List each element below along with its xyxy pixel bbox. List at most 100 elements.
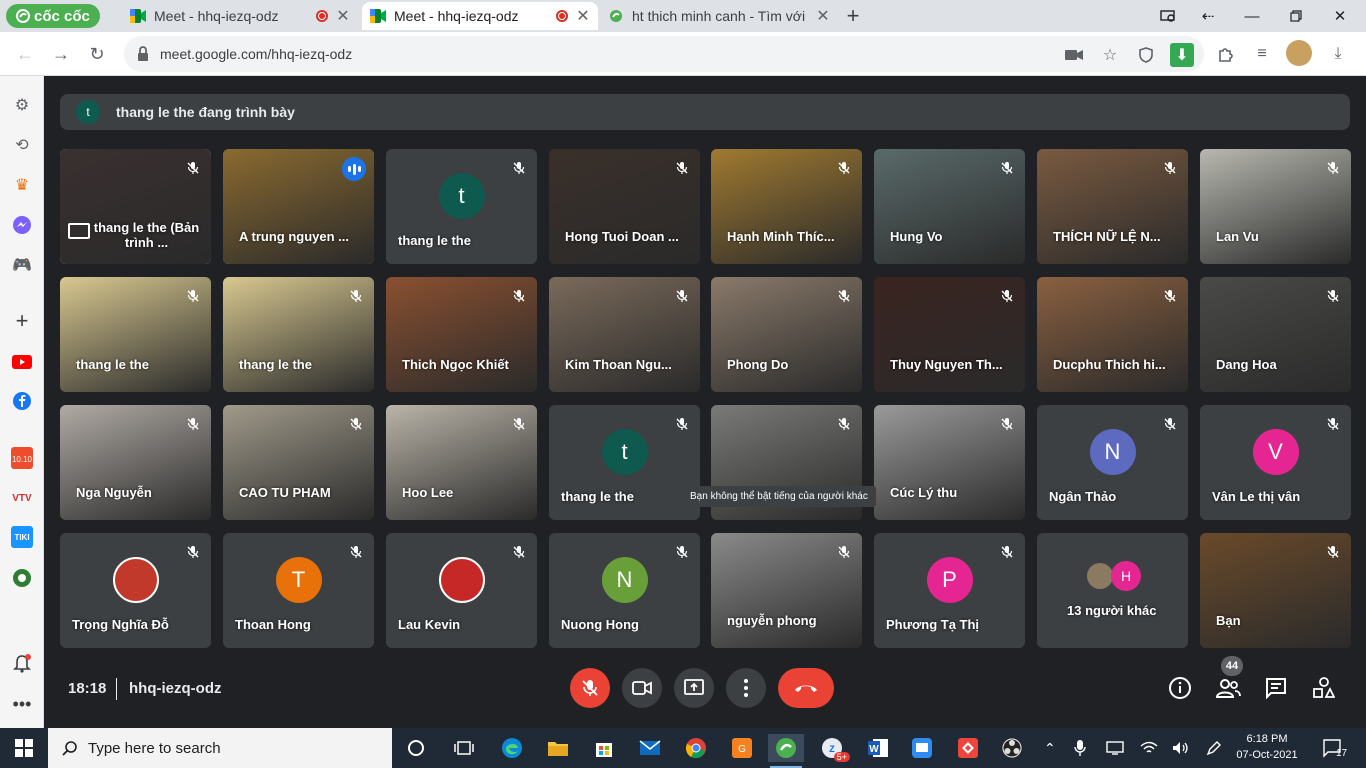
wifi-icon[interactable] [1140, 728, 1158, 768]
vtv-icon[interactable]: VTV [10, 486, 34, 510]
participant-tile[interactable]: t thang le the [386, 149, 537, 264]
participant-tile[interactable]: Bạn [1200, 533, 1351, 648]
minimize-button[interactable]: — [1230, 0, 1274, 32]
participant-tile[interactable]: Trọng Nghĩa Đỗ [60, 533, 211, 648]
chrome-icon[interactable] [682, 734, 710, 762]
history-icon[interactable]: ⟲ [10, 133, 34, 157]
anydesk-icon[interactable] [954, 734, 982, 762]
chat-button[interactable] [1262, 674, 1290, 702]
meeting-details-button[interactable] [1166, 674, 1194, 702]
gamepad-icon[interactable]: 🎮 [10, 253, 34, 277]
participant-tile[interactable]: THÍCH NỮ LỆ N... [1037, 149, 1188, 264]
file-explorer-icon[interactable] [544, 734, 572, 762]
obs-icon[interactable] [998, 734, 1026, 762]
tray-monitor-icon[interactable] [1106, 728, 1124, 768]
task-view-icon[interactable] [450, 734, 478, 762]
participant-tile[interactable]: Dang Hoa [1200, 277, 1351, 392]
participant-tile[interactable]: Hoo Lee [386, 405, 537, 520]
notification-bell-icon[interactable] [10, 652, 34, 676]
address-bar[interactable]: meet.google.com/hhq-iezq-odz ☆ ⬇ [124, 36, 1204, 72]
tab-meet-2[interactable]: Meet - hhq-iezq-odz ✕ [362, 2, 598, 30]
reload-button[interactable]: ↻ [82, 39, 112, 69]
participant-tile[interactable]: Lan Vu [1200, 149, 1351, 264]
more-options-button[interactable] [726, 668, 766, 708]
coccoc-menu-button[interactable]: cốc cốc [6, 4, 100, 28]
camera-icon[interactable] [1062, 43, 1086, 67]
shopee-icon[interactable]: 10.10 [10, 446, 34, 470]
participant-tile[interactable]: Thich Ngọc Khiết [386, 277, 537, 392]
store-icon[interactable] [590, 734, 618, 762]
volume-icon[interactable] [1172, 728, 1190, 768]
participant-tile[interactable]: Ducphu Thich hi... [1037, 277, 1188, 392]
bookmark-star-icon[interactable]: ☆ [1098, 43, 1122, 67]
pen-icon[interactable] [1206, 728, 1222, 768]
mic-off-button[interactable] [570, 668, 610, 708]
participant-tile[interactable]: nguyễn phong [711, 533, 862, 648]
settings-gear-icon[interactable]: ⚙ [10, 93, 34, 117]
leave-call-button[interactable] [778, 668, 834, 708]
word-icon[interactable]: W [864, 734, 892, 762]
participant-tile[interactable]: thang le the [60, 277, 211, 392]
close-window-button[interactable]: ✕ [1318, 0, 1362, 32]
zalo-icon[interactable]: Z 5+ [818, 734, 850, 762]
messenger-icon[interactable] [10, 213, 34, 237]
participant-tile[interactable]: N Ngân Thảo [1037, 405, 1188, 520]
participant-tile[interactable]: thang le the [223, 277, 374, 392]
cortana-icon[interactable] [402, 734, 430, 762]
tiki-icon[interactable]: TIKI [10, 525, 34, 549]
participant-tile[interactable]: Phong Do [711, 277, 862, 392]
profile-avatar[interactable] [1286, 40, 1312, 66]
action-center-icon[interactable]: 17 [1322, 728, 1347, 768]
download-green-icon[interactable]: ⬇ [1170, 43, 1194, 67]
participant-tile[interactable]: N Nuong Hong [549, 533, 700, 648]
mail-icon[interactable] [636, 734, 664, 762]
participant-tile[interactable]: H 13 người khác [1037, 533, 1188, 648]
crown-icon[interactable]: ♛ [10, 173, 34, 197]
tab-meet-1[interactable]: Meet - hhq-iezq-odz ✕ [122, 2, 358, 30]
shield-icon[interactable] [1134, 43, 1158, 67]
participant-tile[interactable]: V Vân Le thị vân [1200, 405, 1351, 520]
downloads-icon[interactable]: ⤓ [1326, 42, 1350, 66]
back-button[interactable]: ← [10, 39, 40, 69]
participant-tile[interactable]: CAO TU PHAM [223, 405, 374, 520]
participant-tile[interactable]: T Thoan Hong [223, 533, 374, 648]
camera-off-button[interactable] [622, 668, 662, 708]
taskbar-search-box[interactable]: Type here to search [48, 728, 392, 768]
participant-tile[interactable]: Cúc Lý thu [874, 405, 1025, 520]
participant-tile[interactable]: P Phương Tạ Thị [874, 533, 1025, 648]
new-tab-button[interactable]: + [842, 3, 864, 29]
remote-app-icon[interactable] [908, 734, 936, 762]
extensions-icon[interactable] [1214, 42, 1238, 66]
close-tab-icon[interactable]: ✕ [816, 6, 830, 26]
participant-tile[interactable]: Hạnh Minh Thíc... [711, 149, 862, 264]
participant-tile[interactable]: Nga Nguyễn [60, 405, 211, 520]
tray-mic-icon[interactable] [1074, 728, 1086, 768]
participant-tile[interactable]: Thuy Nguyen Th... [874, 277, 1025, 392]
participant-tile[interactable]: A trung nguyen ... [223, 149, 374, 264]
add-sidebar-icon[interactable]: + [10, 308, 34, 333]
screenshot-icon[interactable] [1146, 0, 1190, 32]
taskbar-clock[interactable]: 6:18 PM 07-Oct-2021 [1236, 731, 1298, 763]
edge-icon[interactable] [498, 734, 526, 762]
maximize-button[interactable] [1274, 0, 1318, 32]
participant-tile[interactable]: t thang le the [549, 405, 700, 520]
youtube-icon[interactable] [10, 350, 34, 374]
participant-tile[interactable]: Kim Thoan Ngu... [549, 277, 700, 392]
participant-tile[interactable]: Hong Tuoi Doan ... [549, 149, 700, 264]
forward-button[interactable]: → [46, 39, 76, 69]
app-orange-icon[interactable]: G [728, 734, 756, 762]
participant-tile[interactable]: Lau Kevin [386, 533, 537, 648]
close-tab-icon[interactable]: ✕ [576, 6, 590, 26]
tab-search[interactable]: ht thich minh canh - Tìm với ✕ [600, 2, 838, 30]
start-button[interactable] [0, 728, 48, 768]
facebook-icon[interactable] [10, 389, 34, 413]
participants-button[interactable] [1214, 674, 1242, 702]
football-icon[interactable] [10, 566, 34, 590]
present-screen-button[interactable] [674, 668, 714, 708]
tray-overflow-chevron-icon[interactable]: ⌃ [1044, 728, 1056, 768]
close-tab-icon[interactable]: ✕ [336, 6, 350, 26]
more-options-icon[interactable]: ••• [10, 692, 34, 716]
back-arrow-icon[interactable]: ⇠ [1186, 0, 1230, 32]
reading-list-icon[interactable]: ≡ [1250, 42, 1274, 66]
participant-tile[interactable]: Hung Vo [874, 149, 1025, 264]
